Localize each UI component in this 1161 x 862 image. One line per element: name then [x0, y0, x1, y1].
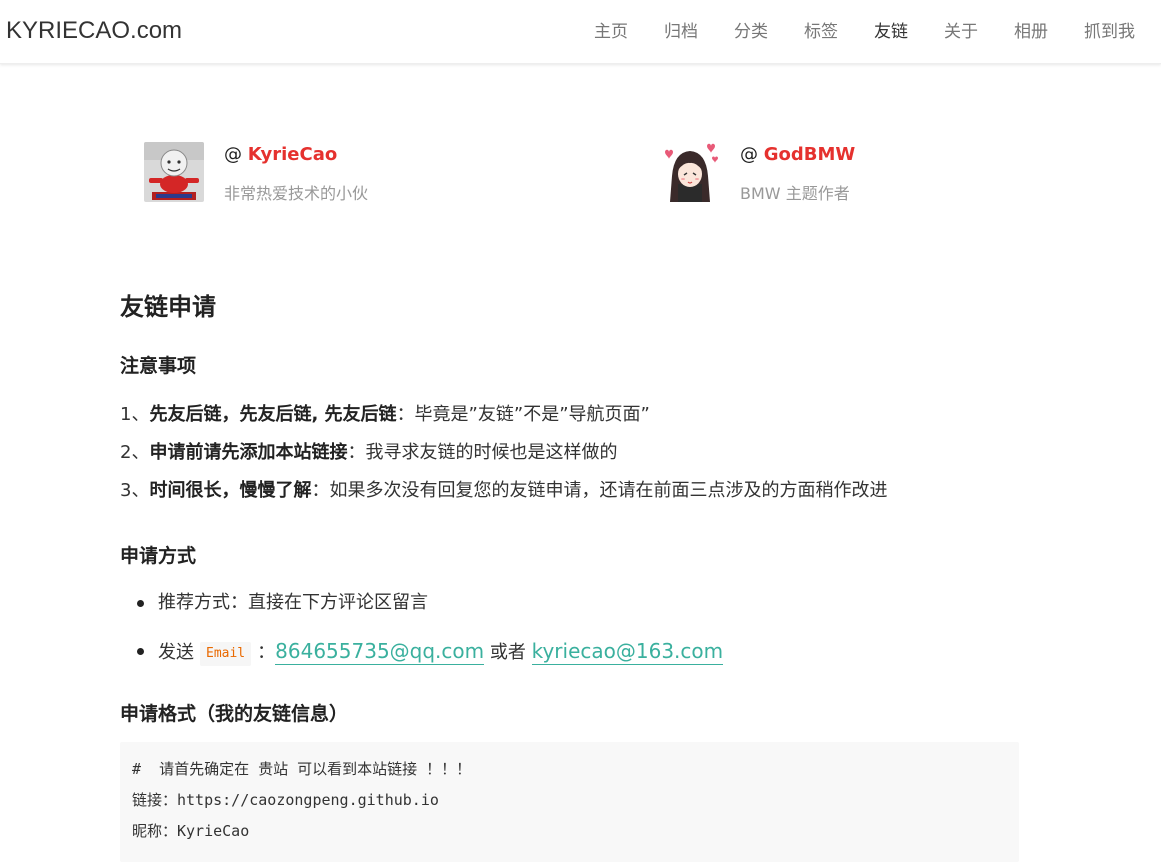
nav-item-archives[interactable]: 归档	[646, 0, 716, 64]
list-number: 3、	[120, 480, 150, 501]
apply-methods-list: 推荐方式：直接在下方评论区留言 发送 Email ：864655735@qq.com…	[120, 590, 724, 682]
or-text: 或者	[489, 642, 526, 663]
note-emphasis: 时间很长，慢慢了解	[149, 480, 312, 501]
top-navbar: KYRIECAO.com 主页 归档 分类 标签 友链 关于 相册 抓到我	[0, 0, 1161, 64]
list-number: 1、	[120, 404, 150, 425]
friend-description: 非常热爱技术的小伙	[224, 184, 369, 203]
code-block: # 请首先确定在 贵站 可以看到本站链接 ！！！ 链接：https://caoz…	[120, 742, 1019, 862]
at-symbol: @	[740, 144, 758, 165]
nav-item-tags[interactable]: 标签	[786, 0, 856, 64]
note-text: ：毕竟是”友链”不是”导航页面”	[396, 404, 650, 425]
format-heading: 申请格式（我的友链信息）	[120, 703, 349, 725]
code-line: 昵称：KyrieCao	[132, 822, 250, 840]
colon: ：	[257, 642, 276, 663]
list-number: 2、	[120, 442, 150, 463]
email-link-qq[interactable]: 864655735@qq.com	[275, 639, 485, 665]
code-line: 链接：https://caozongpeng.github.io	[132, 791, 439, 809]
notes-heading: 注意事项	[120, 355, 197, 377]
note-emphasis: 申请前请先添加本站链接	[149, 442, 348, 463]
code-line: # 请首先确定在 贵站 可以看到本站链接 ！！！	[132, 760, 472, 778]
apply-method-text: 推荐方式：直接在下方评论区留言	[158, 592, 428, 613]
nav-menu: 主页 归档 分类 标签 友链 关于 相册 抓到我	[576, 0, 1153, 64]
nav-item-about[interactable]: 关于	[926, 0, 996, 64]
nav-item-links[interactable]: 友链	[856, 0, 926, 64]
nav-item-categories[interactable]: 分类	[716, 0, 786, 64]
bullet-icon	[137, 648, 144, 655]
bullet-icon	[137, 600, 144, 607]
section-title: 友链申请	[120, 293, 216, 321]
friend-name-line: @ GodBMW	[740, 144, 855, 165]
friend-card-kyriecao[interactable]: @ KyrieCao 非常热爱技术的小伙	[144, 142, 484, 203]
friend-card-godbmw[interactable]: @ GodBMW BMW 主题作者	[660, 142, 1000, 203]
note-text: ：我寻求友链的时候也是这样做的	[347, 442, 618, 463]
friend-name-link[interactable]: KyrieCao	[248, 144, 338, 165]
friend-name-link[interactable]: GodBMW	[764, 144, 856, 165]
inline-code-email: Email	[200, 642, 252, 666]
friend-name-line: @ KyrieCao	[224, 144, 337, 165]
list-item: 发送 Email ：864655735@qq.com 或者 kyriecao@163…	[120, 636, 724, 682]
list-item: 1、先友后链，先友后链, 先友后链：毕竟是”友链”不是”导航页面”	[120, 400, 887, 438]
friend-avatar[interactable]	[660, 142, 720, 202]
list-item: 推荐方式：直接在下方评论区留言	[120, 590, 723, 636]
friend-avatar[interactable]	[144, 142, 204, 202]
site-logo-link[interactable]: KYRIECAO.com	[6, 17, 182, 45]
list-item: 3、时间很长，慢慢了解：如果多次没有回复您的友链申请，还请在前面三点涉及的方面稍…	[120, 476, 887, 514]
nav-item-home[interactable]: 主页	[576, 0, 646, 64]
note-text: ：如果多次没有回复您的友链申请，还请在前面三点涉及的方面稍作改进	[311, 480, 888, 501]
email-link-163[interactable]: kyriecao@163.com	[531, 639, 724, 665]
post-content: 友链申请 注意事项 1、先友后链，先友后链, 先友后链：毕竟是”友链”不是”导航…	[120, 285, 1020, 862]
nav-item-gallery[interactable]: 相册	[996, 0, 1066, 64]
nav-item-contact[interactable]: 抓到我	[1066, 0, 1153, 64]
note-emphasis: 先友后链，先友后链, 先友后链	[149, 404, 397, 425]
send-label: 发送	[158, 642, 194, 663]
friend-description: BMW 主题作者	[740, 184, 850, 203]
at-symbol: @	[224, 144, 242, 165]
apply-heading: 申请方式	[120, 545, 197, 567]
list-item: 2、申请前请先添加本站链接：我寻求友链的时候也是这样做的	[120, 438, 887, 476]
notes-list: 1、先友后链，先友后链, 先友后链：毕竟是”友链”不是”导航页面” 2、申请前请…	[120, 400, 887, 514]
